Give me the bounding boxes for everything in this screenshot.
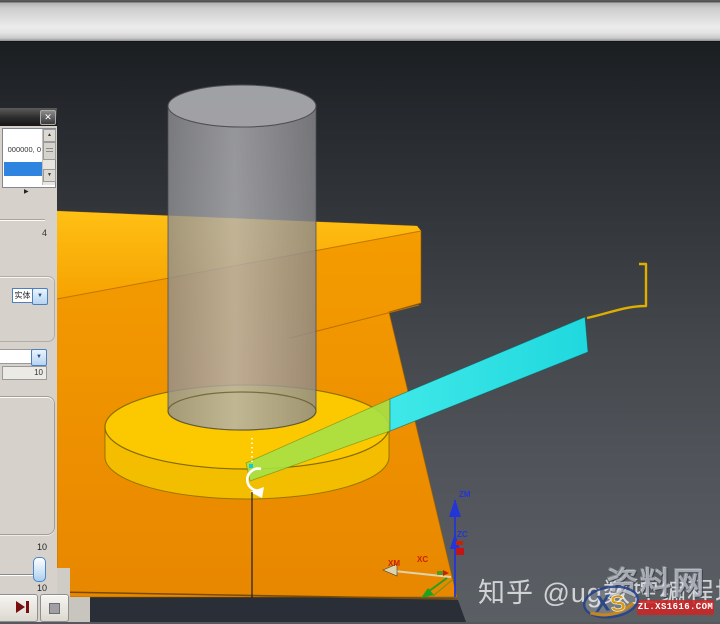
tool-cylinder-top[interactable] xyxy=(168,85,316,127)
scrollbar-thumb[interactable] xyxy=(43,142,56,160)
origin-green-tick xyxy=(437,571,443,575)
selected-list-row[interactable] xyxy=(4,162,42,176)
count-label: 4 xyxy=(42,228,47,238)
scroll-down-icon[interactable]: ▼ xyxy=(43,169,56,182)
scroll-up-icon[interactable]: ▲ xyxy=(43,129,56,142)
points-listbox[interactable]: 000000, 0 ▲ ▼ xyxy=(2,128,56,188)
operation-dialog-panel: ✕ 000000, 0 ▲ ▼ ▶ 4 实体 ▼ ▼ 10 10 10 xyxy=(0,108,57,622)
xc-axis-label: XC xyxy=(417,555,428,564)
xs-oval-icon: X S xyxy=(581,584,641,624)
option-dropdown-icon[interactable]: ▼ xyxy=(31,349,47,366)
slider-thumb[interactable] xyxy=(33,557,46,582)
nx-cam-window: { "icons": { "close": "✕", "scroll_up": … xyxy=(0,0,720,622)
stop-icon xyxy=(49,603,60,614)
logo-site-badge: ZL.XS1616.COM xyxy=(637,600,714,615)
zc-axis-label: ZC xyxy=(457,530,468,539)
viewport-3d-svg: ZM ZC XM XC xyxy=(0,0,720,622)
solid-type-combo[interactable]: 实体 xyxy=(12,288,33,303)
tool-cylinder-body[interactable] xyxy=(168,106,316,430)
stop-button[interactable] xyxy=(40,594,69,622)
zm-axis-label: ZM xyxy=(459,490,471,499)
scroll-right-icon[interactable]: ▶ xyxy=(24,188,29,195)
settings-group-box xyxy=(0,396,55,535)
value-spinner[interactable]: 10 xyxy=(2,366,47,380)
combo-dropdown-icon[interactable]: ▼ xyxy=(32,288,48,305)
play-to-end-icon xyxy=(15,600,31,615)
slider-max-label: 10 xyxy=(37,542,47,552)
close-icon[interactable]: ✕ xyxy=(40,110,56,125)
option-field[interactable] xyxy=(0,349,32,364)
z-arrowhead-mcs xyxy=(449,499,461,517)
list-item[interactable]: 000000, 0 xyxy=(8,145,41,154)
origin-marker xyxy=(456,548,464,555)
slider-value-label: 10 xyxy=(37,583,47,593)
speed-slider[interactable] xyxy=(0,574,34,575)
highlight-strip[interactable] xyxy=(390,317,588,431)
separator xyxy=(0,219,45,221)
contact-point-marker xyxy=(249,464,253,468)
ziliao-logo-watermark: 资料网 ZL.XS1616.COM X S xyxy=(581,562,720,622)
axis-red-tick xyxy=(456,541,463,545)
top-toolbar xyxy=(0,0,720,42)
vertical-scrollbar[interactable]: ▲ ▼ xyxy=(42,129,55,185)
toolpath-curve[interactable] xyxy=(587,264,646,318)
play-to-end-button[interactable] xyxy=(0,594,38,622)
xm-axis-label: XM xyxy=(388,559,400,568)
selection-group-box xyxy=(0,276,55,342)
graphics-viewport[interactable]: ZM ZC XM XC xyxy=(0,41,720,622)
